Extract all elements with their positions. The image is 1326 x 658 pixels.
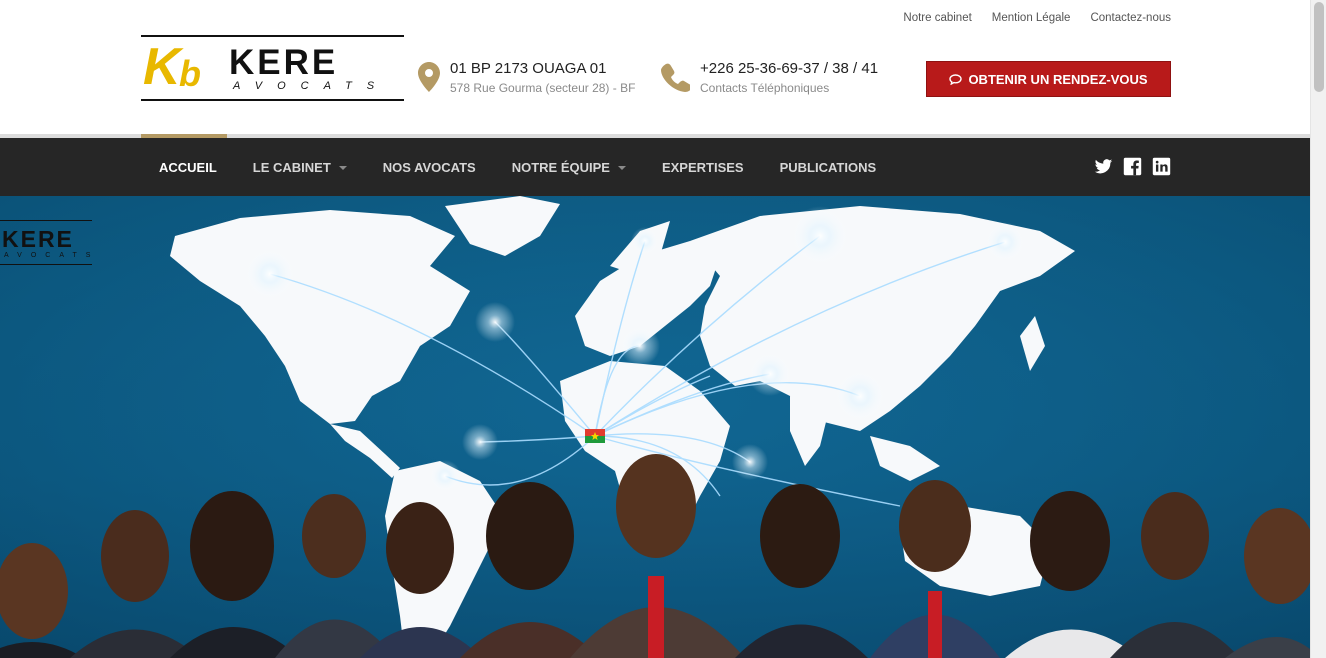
map-marker-icon	[418, 62, 440, 92]
nav-item-accueil[interactable]: ACCUEIL	[141, 138, 235, 196]
phone-block: +226 25-36-69-37 / 38 / 41 Contacts Télé…	[660, 60, 878, 95]
hero-logo-name: KERE	[2, 226, 74, 252]
social-links	[1094, 157, 1171, 176]
logo-bottom-rule	[141, 99, 404, 101]
nav-item-label: ACCUEIL	[159, 159, 217, 175]
scrollbar-thumb[interactable]	[1314, 2, 1324, 92]
nav-items: ACCUEIL LE CABINET NOS AVOCATS NOTRE ÉQU…	[141, 138, 894, 196]
nav-item-notre-equipe[interactable]: NOTRE ÉQUIPE	[494, 138, 644, 196]
nav-item-expertises[interactable]: EXPERTISES	[644, 138, 762, 196]
page: Notre cabinet Mention Légale Contactez-n…	[0, 0, 1310, 658]
nav-item-label: NOS AVOCATS	[382, 159, 476, 175]
caret-down-icon	[617, 165, 626, 170]
nav-item-label: LE CABINET	[252, 159, 331, 175]
facebook-icon[interactable]	[1123, 157, 1142, 176]
main-navigation: ACCUEIL LE CABINET NOS AVOCATS NOTRE ÉQU…	[0, 138, 1310, 196]
top-utility-links: Notre cabinet Mention Légale Contactez-n…	[903, 12, 1171, 24]
world-map-illustration	[0, 196, 1310, 658]
hero-logo: KERE AVOCATS	[0, 218, 94, 268]
hero-banner: KERE AVOCATS	[0, 196, 1310, 658]
logo-top-rule	[141, 35, 404, 37]
address-block: 01 BP 2173 OUAGA 01 578 Rue Gourma (sect…	[418, 60, 635, 95]
site-logo[interactable]: Kb KERE AVOCATS	[141, 35, 404, 101]
nav-item-label: NOTRE ÉQUIPE	[511, 159, 610, 175]
link-notre-cabinet[interactable]: Notre cabinet	[903, 12, 971, 24]
phone-sub: Contacts Téléphoniques	[700, 81, 830, 95]
caret-down-icon	[338, 165, 347, 170]
hero-logo-tagline: AVOCATS	[4, 252, 100, 259]
logo-name: KERE	[229, 43, 339, 82]
nav-item-publications[interactable]: PUBLICATIONS	[762, 138, 895, 196]
logo-tagline: AVOCATS	[233, 80, 390, 92]
appointment-button[interactable]: OBTENIR UN RENDEZ-VOUS	[926, 61, 1171, 97]
twitter-icon[interactable]	[1094, 157, 1113, 176]
phone-icon	[661, 63, 690, 92]
nav-item-le-cabinet[interactable]: LE CABINET	[235, 138, 365, 196]
phone-main: +226 25-36-69-37 / 38 / 41	[700, 60, 879, 77]
address-main: 01 BP 2173 OUAGA 01	[450, 60, 607, 77]
logo-kb-mark: Kb	[143, 38, 201, 96]
linkedin-icon[interactable]	[1152, 157, 1171, 176]
nav-item-label: EXPERTISES	[661, 159, 744, 175]
link-mention-legale[interactable]: Mention Légale	[992, 12, 1071, 24]
vertical-scrollbar[interactable]	[1310, 0, 1326, 658]
nav-item-label: PUBLICATIONS	[779, 159, 877, 175]
address-sub: 578 Rue Gourma (secteur 28) - BF	[450, 81, 636, 95]
appointment-button-label: OBTENIR UN RENDEZ-VOUS	[968, 71, 1148, 87]
chat-bubble-icon	[949, 73, 963, 85]
link-contactez-nous[interactable]: Contactez-nous	[1090, 12, 1171, 24]
nav-item-nos-avocats[interactable]: NOS AVOCATS	[365, 138, 494, 196]
